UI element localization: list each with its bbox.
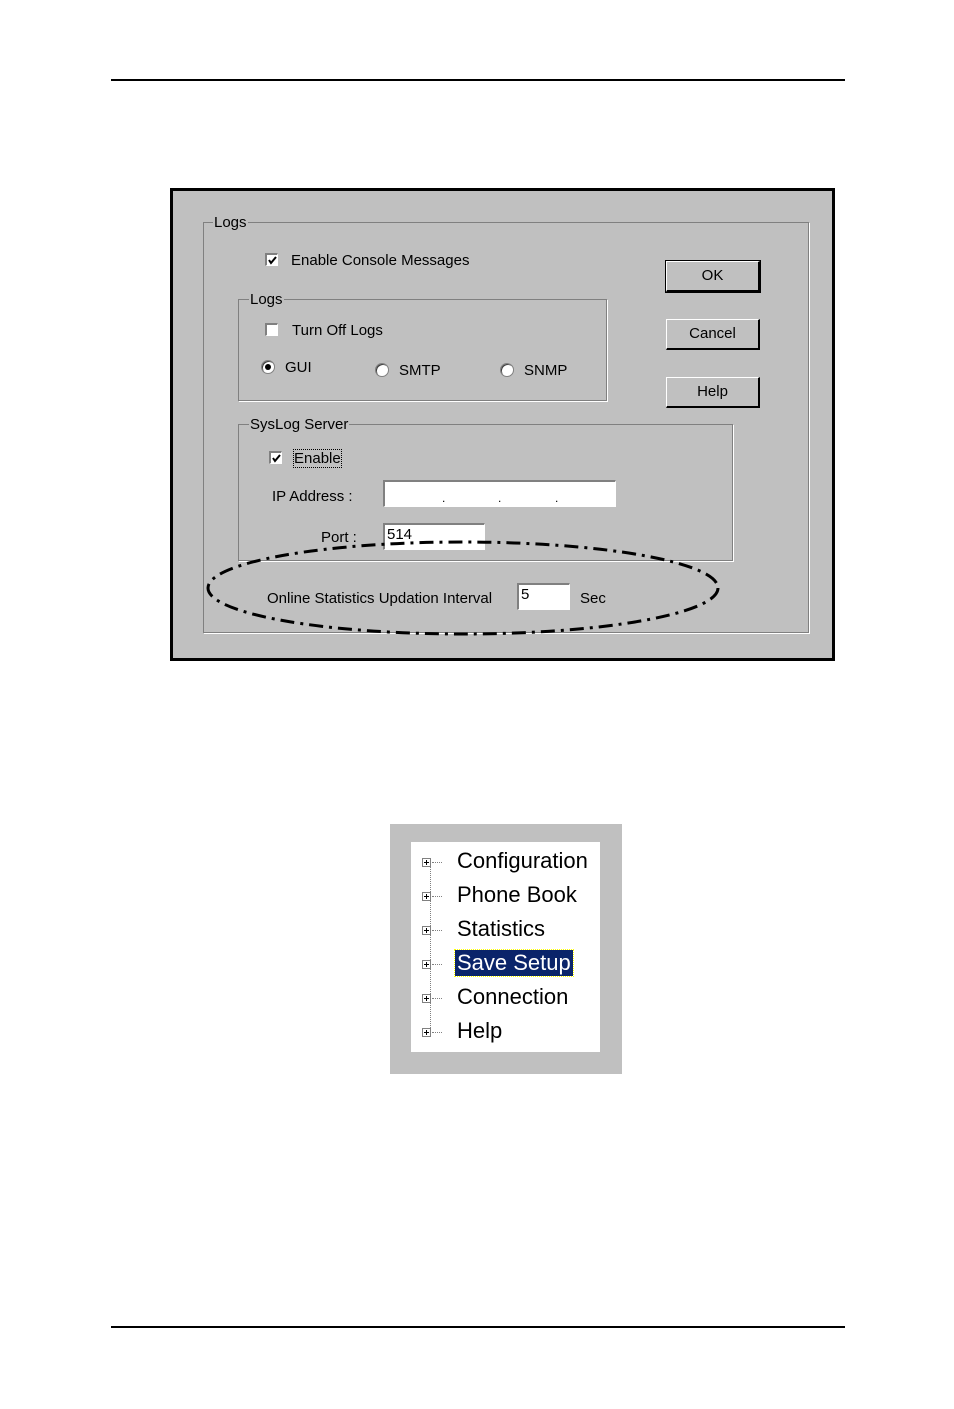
ok-button[interactable]: OK xyxy=(665,260,761,293)
syslog-group-title: SysLog Server xyxy=(249,416,350,433)
tree-item-connection[interactable]: Connection xyxy=(411,980,600,1014)
enable-console-label[interactable]: Enable Console Messages xyxy=(291,252,469,269)
tree-branch-line xyxy=(432,964,442,965)
ip-octet-separator: . xyxy=(555,491,559,505)
tree-item-label[interactable]: Help xyxy=(455,1018,504,1044)
tree-item-label[interactable]: Configuration xyxy=(455,848,590,874)
expand-plus-icon[interactable] xyxy=(422,960,431,969)
snmp-radio[interactable] xyxy=(500,363,514,377)
ip-address-field[interactable]: . . . xyxy=(383,480,616,507)
expand-plus-icon[interactable] xyxy=(422,892,431,901)
tree-item-label-selected[interactable]: Save Setup xyxy=(454,949,574,977)
tree-branch-line xyxy=(432,1032,442,1033)
turn-off-logs-label[interactable]: Turn Off Logs xyxy=(292,322,383,339)
expand-plus-icon[interactable] xyxy=(422,994,431,1003)
smtp-radio[interactable] xyxy=(375,363,389,377)
cancel-button[interactable]: Cancel xyxy=(666,319,760,350)
enable-console-checkbox[interactable] xyxy=(265,253,278,266)
ip-address-label: IP Address : xyxy=(272,488,353,505)
tree-branch-line xyxy=(432,930,442,931)
page-footer-rule xyxy=(111,1326,845,1328)
tree-branch-line xyxy=(432,998,442,999)
tree-item-phone-book[interactable]: Phone Book xyxy=(411,878,600,912)
tree-item-configuration[interactable]: Configuration xyxy=(411,844,600,878)
tree-item-label[interactable]: Phone Book xyxy=(455,882,579,908)
tree-item-help[interactable]: Help xyxy=(411,1014,600,1048)
tree-item-label[interactable]: Connection xyxy=(455,984,570,1010)
tree-branch-line xyxy=(432,862,442,863)
help-button[interactable]: Help xyxy=(666,377,760,408)
outer-logs-group-title: Logs xyxy=(213,214,248,231)
expand-plus-icon[interactable] xyxy=(422,926,431,935)
tree-item-statistics[interactable]: Statistics xyxy=(411,912,600,946)
logs-group xyxy=(238,299,607,401)
gui-radio[interactable] xyxy=(261,360,275,374)
highlight-ellipse xyxy=(206,540,720,636)
ip-octet-separator: . xyxy=(442,491,446,505)
page-header-rule xyxy=(111,79,845,81)
check-mark-icon xyxy=(272,454,281,463)
gui-radio-label[interactable]: GUI xyxy=(285,359,312,376)
expand-plus-icon[interactable] xyxy=(422,858,431,867)
check-mark-icon xyxy=(268,256,277,265)
turn-off-logs-checkbox[interactable] xyxy=(265,323,278,336)
tree-branch-line xyxy=(432,896,442,897)
syslog-enable-checkbox[interactable] xyxy=(269,451,282,464)
ip-octet-separator: . xyxy=(498,491,502,505)
radio-selected-dot xyxy=(265,364,271,370)
syslog-enable-label[interactable]: Enable xyxy=(293,449,342,468)
tree-item-label[interactable]: Statistics xyxy=(455,916,547,942)
navigation-tree: Configuration Phone Book Statistics Save… xyxy=(411,842,600,1052)
snmp-radio-label[interactable]: SNMP xyxy=(524,362,567,379)
smtp-radio-label[interactable]: SMTP xyxy=(399,362,441,379)
logs-group-title: Logs xyxy=(249,291,284,308)
tree-item-save-setup[interactable]: Save Setup xyxy=(411,946,600,980)
expand-plus-icon[interactable] xyxy=(422,1028,431,1037)
